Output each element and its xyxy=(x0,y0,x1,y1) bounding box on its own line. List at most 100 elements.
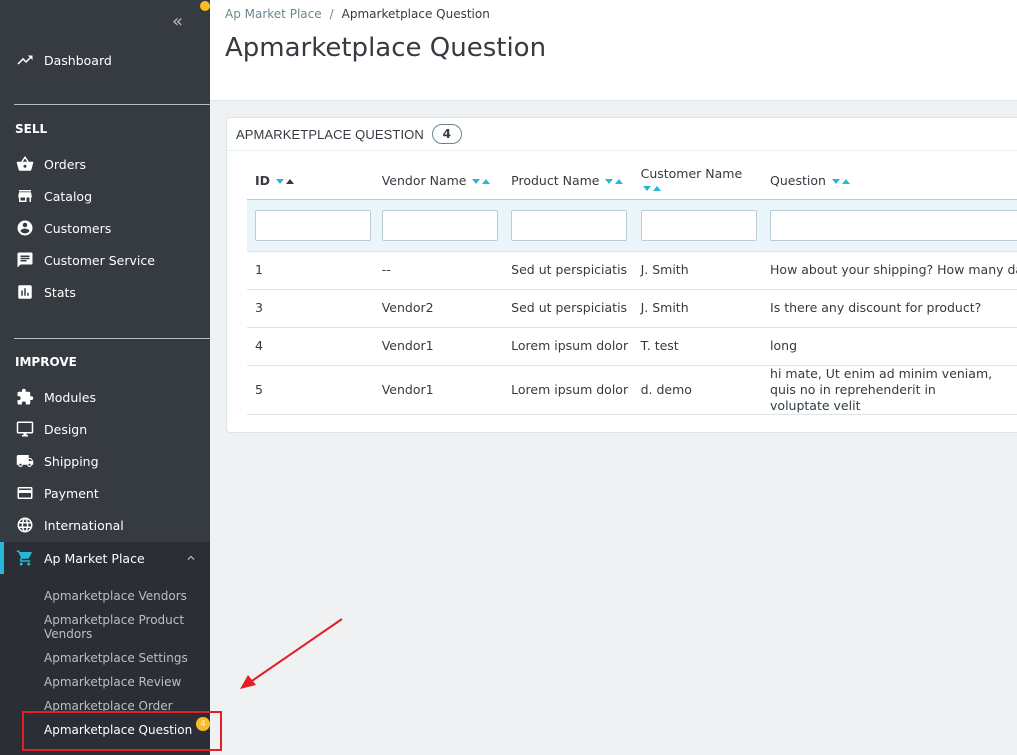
cell-question: How about your shipping? How many days xyxy=(762,251,1017,290)
filter-id-input[interactable] xyxy=(255,209,371,241)
sidebar-item-shipping[interactable]: Shipping xyxy=(0,445,210,477)
table-row[interactable]: 4 Vendor1 Lorem ipsum dolor T. test long xyxy=(247,327,1017,366)
puzzle-icon xyxy=(16,388,34,406)
column-header-product-name[interactable]: Product Name xyxy=(503,163,632,199)
chat-icon xyxy=(16,251,34,269)
column-header-label: Product Name xyxy=(511,173,600,189)
chevron-up-icon xyxy=(187,555,195,560)
table-row[interactable]: 1 -- Sed ut perspiciatis J. Smith How ab… xyxy=(247,251,1017,290)
column-header-question[interactable]: Question xyxy=(762,163,1017,199)
trending-up-icon xyxy=(16,51,34,69)
table-row[interactable]: 3 Vendor2 Sed ut perspiciatis J. Smith I… xyxy=(247,289,1017,328)
sidebar-item-ap-market-place[interactable]: Ap Market Place xyxy=(0,542,210,574)
sub-item-settings[interactable]: Apmarketplace Settings xyxy=(44,651,188,665)
cell-vendor: Vendor1 xyxy=(373,365,504,415)
divider xyxy=(14,338,210,339)
cell-customer: J. Smith xyxy=(632,289,763,328)
cell-vendor: -- xyxy=(373,251,504,290)
column-header-label: Customer Name xyxy=(640,165,743,181)
cell-customer: T. test xyxy=(632,327,763,366)
cart-icon xyxy=(16,549,34,567)
filter-question-input[interactable] xyxy=(770,209,1017,241)
table-row[interactable]: 5 Vendor1 Lorem ipsum dolor d. demo hi m… xyxy=(247,365,1017,415)
sidebar-item-orders[interactable]: Orders xyxy=(0,148,210,180)
cell-id: 4 xyxy=(247,327,374,366)
cell-product: Sed ut perspiciatis xyxy=(503,251,633,290)
basket-icon xyxy=(16,155,34,173)
sidebar-item-international[interactable]: International xyxy=(0,509,210,541)
cell-id: 5 xyxy=(247,365,374,415)
cell-product: Lorem ipsum dolor xyxy=(503,327,633,366)
sort-icon[interactable] xyxy=(276,178,298,186)
store-icon xyxy=(16,187,34,205)
panel-title: APMARKETPLACE QUESTION xyxy=(236,126,424,142)
sidebar-item-catalog[interactable]: Catalog xyxy=(0,180,210,212)
count-badge: 4 xyxy=(431,124,462,144)
breadcrumb-parent[interactable]: Ap Market Place xyxy=(225,7,322,21)
sort-icon[interactable] xyxy=(642,185,665,193)
sidebar-item-label: Shipping xyxy=(44,453,99,469)
divider xyxy=(14,104,210,105)
cell-product: Lorem ipsum dolor xyxy=(503,365,633,415)
section-title-improve: IMPROVE xyxy=(15,355,77,369)
sort-icon[interactable] xyxy=(831,178,854,186)
sidebar-item-modules[interactable]: Modules xyxy=(0,381,210,413)
sidebar-item-label: Stats xyxy=(44,284,76,300)
bar-chart-icon xyxy=(16,283,34,301)
filter-row xyxy=(247,198,1017,252)
section-title-sell: SELL xyxy=(15,122,48,136)
credit-card-icon xyxy=(16,484,34,502)
table-header-row: ID Vendor Name Product Name Customer Nam… xyxy=(247,163,1017,199)
sidebar-item-stats[interactable]: Stats xyxy=(0,276,210,308)
filter-product-name-input[interactable] xyxy=(511,209,628,241)
sub-item-vendors[interactable]: Apmarketplace Vendors xyxy=(44,589,187,603)
highlight-box xyxy=(22,711,222,751)
desktop-icon xyxy=(16,420,34,438)
column-header-id[interactable]: ID xyxy=(247,163,374,199)
sidebar-item-label: Orders xyxy=(44,156,87,172)
sidebar-item-label: Modules xyxy=(44,389,96,405)
sidebar-item-label: Dashboard xyxy=(44,52,112,68)
sidebar-item-label: Customer Service xyxy=(44,252,155,268)
sub-item-review[interactable]: Apmarketplace Review xyxy=(44,675,181,689)
panel-heading: APMARKETPLACE QUESTION 4 xyxy=(227,118,1017,151)
cell-product: Sed ut perspiciatis xyxy=(503,289,633,328)
cell-customer: J. Smith xyxy=(632,251,763,290)
sidebar-item-design[interactable]: Design xyxy=(0,413,210,445)
question-panel: APMARKETPLACE QUESTION 4 ID Vendor Name … xyxy=(226,117,1017,433)
column-header-label: Vendor Name xyxy=(381,173,467,189)
sidebar-item-label: Customers xyxy=(44,220,112,236)
cell-question: hi mate, Ut enim ad minim veniam, quis n… xyxy=(762,365,1017,415)
sidebar-item-dashboard[interactable]: Dashboard xyxy=(0,44,210,76)
sidebar-item-payment[interactable]: Payment xyxy=(0,477,210,509)
sidebar-item-label: Ap Market Place xyxy=(44,550,145,566)
sidebar-item-label: Catalog xyxy=(44,188,93,204)
globe-icon xyxy=(16,516,34,534)
sidebar-item-label: Design xyxy=(44,421,88,437)
sidebar: « Dashboard SELL Orders Catalog Customer… xyxy=(0,0,210,755)
page-header: Ap Market Place / Apmarketplace Question… xyxy=(210,0,1017,101)
column-header-customer-name[interactable]: Customer Name xyxy=(633,163,762,199)
filter-customer-name-input[interactable] xyxy=(640,209,757,241)
annotation-arrow-icon xyxy=(240,618,343,689)
sidebar-item-customer-service[interactable]: Customer Service xyxy=(0,244,210,276)
cell-question: long xyxy=(762,327,1017,366)
cell-customer: d. demo xyxy=(632,365,763,415)
sort-icon[interactable] xyxy=(472,178,494,186)
notification-dot xyxy=(200,1,210,11)
question-table: ID Vendor Name Product Name Customer Nam… xyxy=(247,163,1017,415)
breadcrumb-current: Apmarketplace Question xyxy=(341,7,490,21)
sidebar-item-customers[interactable]: Customers xyxy=(0,212,210,244)
cell-vendor: Vendor1 xyxy=(373,327,504,366)
cell-question: Is there any discount for product? xyxy=(762,289,1017,328)
sub-item-product-vendors[interactable]: Apmarketplace Product Vendors xyxy=(44,613,194,641)
collapse-sidebar-icon[interactable]: « xyxy=(172,13,192,31)
column-header-vendor-name[interactable]: Vendor Name xyxy=(374,163,503,199)
column-header-label: ID xyxy=(255,173,271,189)
sort-icon[interactable] xyxy=(605,178,627,186)
filter-vendor-name-input[interactable] xyxy=(381,209,498,241)
account-circle-icon xyxy=(16,219,34,237)
cell-vendor: Vendor2 xyxy=(373,289,504,328)
column-header-label: Question xyxy=(770,173,826,189)
cell-id: 1 xyxy=(247,251,374,290)
